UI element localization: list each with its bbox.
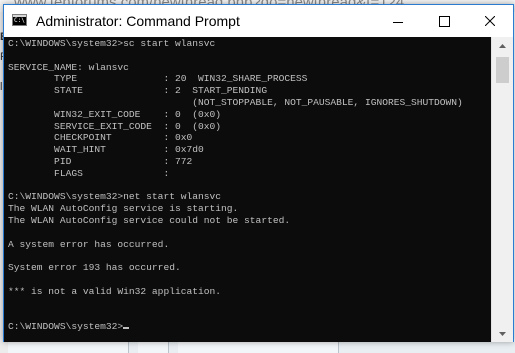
- scroll-down-arrow-icon: [499, 331, 506, 336]
- console-line: System error 193 has occurred.: [8, 262, 181, 274]
- close-button[interactable]: [467, 5, 513, 37]
- close-icon: [485, 16, 495, 26]
- command-prompt-window[interactable]: C:\ Administrator: Command Prompt C:\WIN…: [3, 4, 514, 342]
- console-line: C:\WINDOWS\system32>net start wlansvc: [8, 191, 222, 203]
- console-line: WIN32_EXIT_CODE : 0 (0x0): [8, 108, 222, 120]
- console-line: SERVICE_EXIT_CODE : 0 (0x0): [8, 120, 222, 132]
- console-line: A system error has occurred.: [8, 238, 170, 250]
- scroll-up-button[interactable]: [492, 37, 513, 54]
- scroll-down-button[interactable]: [492, 325, 513, 342]
- console-line: WAIT_HINT : 0x7d0: [8, 144, 204, 156]
- console-prompt: C:\WINDOWS\system32>: [8, 321, 124, 333]
- minimize-icon: [393, 21, 403, 23]
- console-line: (NOT_STOPPABLE, NOT_PAUSABLE, IGNORES_SH…: [8, 96, 463, 108]
- background-block: [138, 342, 169, 353]
- background-block: [8, 342, 129, 353]
- console-line: CHECKPOINT : 0x0: [8, 132, 193, 144]
- console-line: TYPE : 20 WIN32_SHARE_PROCESS: [8, 73, 308, 85]
- maximize-button[interactable]: [421, 5, 467, 37]
- console-line: The WLAN AutoConfig service could not be…: [8, 214, 291, 226]
- text-cursor: [123, 327, 130, 330]
- app-icon-glyph: C:\: [14, 17, 25, 24]
- console-line: FLAGS :: [8, 167, 170, 179]
- background-bottom-strip: [8, 342, 515, 353]
- minimize-button[interactable]: [375, 5, 421, 37]
- background-block: [178, 342, 339, 353]
- console-line: C:\WINDOWS\system32>sc start wlansvc: [8, 38, 216, 49]
- vertical-scrollbar[interactable]: [491, 37, 513, 342]
- scrollbar-thumb[interactable]: [496, 57, 509, 83]
- command-prompt-icon[interactable]: C:\: [12, 14, 27, 26]
- console-line: STATE : 2 START_PENDING: [8, 85, 268, 97]
- console-line: *** is not a valid Win32 application.: [8, 285, 222, 297]
- title-bar[interactable]: C:\ Administrator: Command Prompt: [4, 5, 513, 37]
- console-line: The WLAN AutoConfig service is starting.: [8, 203, 239, 215]
- console-output-area[interactable]: C:\WINDOWS\system32>sc start wlansvc SER…: [4, 37, 491, 342]
- console-line: PID : 772: [8, 155, 193, 167]
- maximize-icon: [438, 15, 450, 27]
- console-line: SERVICE_NAME: wlansvc: [8, 61, 129, 73]
- window-title: Administrator: Command Prompt: [36, 13, 240, 29]
- scroll-up-arrow-icon: [499, 43, 506, 48]
